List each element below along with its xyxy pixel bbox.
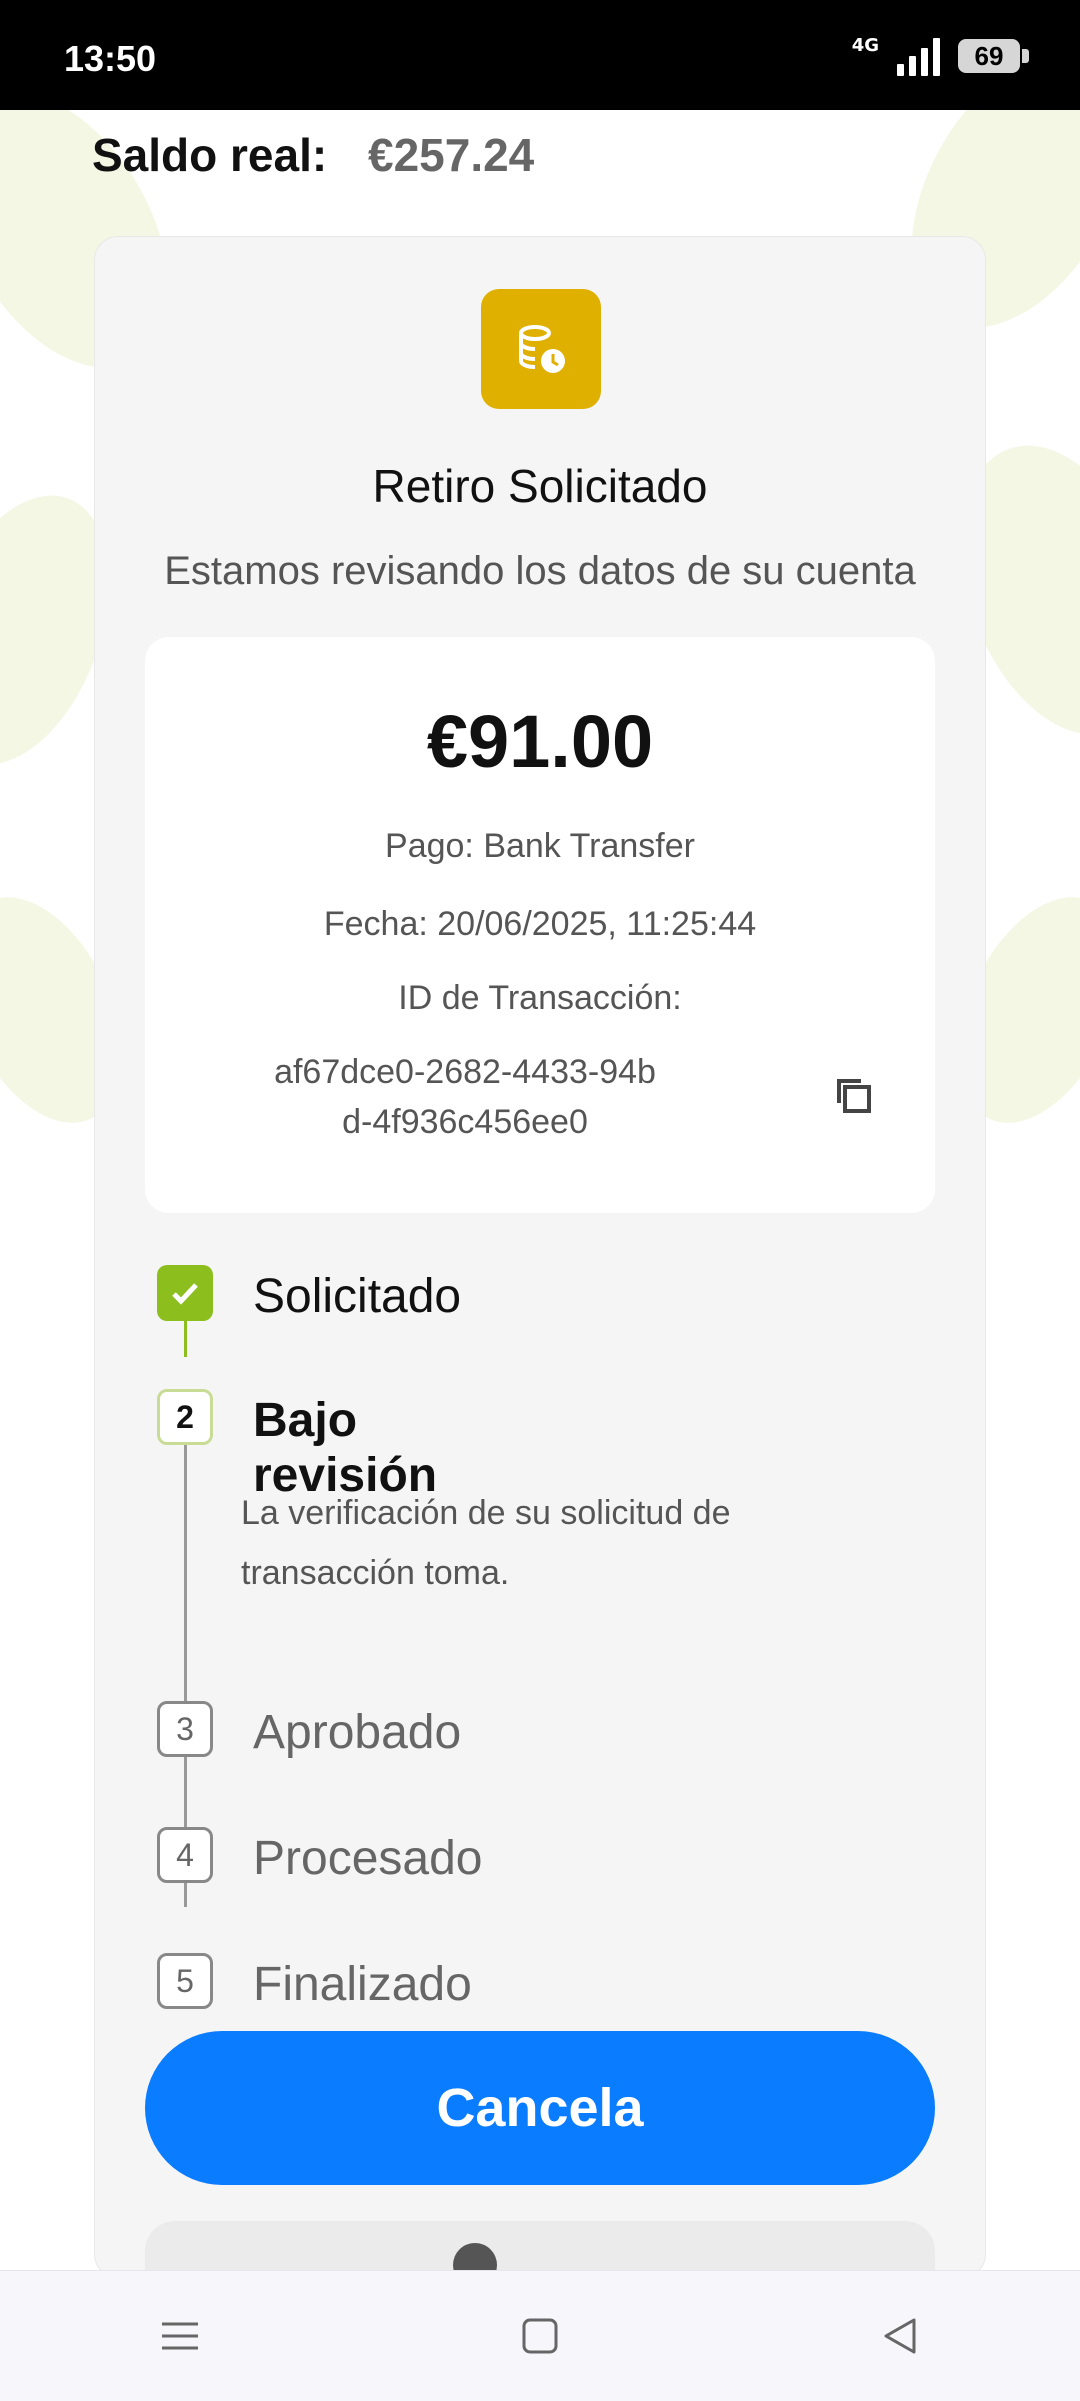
withdrawal-amount: €91.00	[426, 700, 654, 783]
back-triangle-icon[interactable]	[840, 2296, 960, 2376]
transaction-date: Fecha: 20/06/2025, 11:25:44	[323, 905, 757, 943]
transaction-id: af67dce0-2682-4433-94bd-4f936c456ee0	[274, 1053, 656, 1141]
status-bar: 13:50 4G 69	[0, 0, 1080, 110]
step-5-number: 5	[157, 1953, 213, 2009]
step-1-label: Solicitado	[253, 1270, 462, 1323]
balance-amount: €257.24	[367, 129, 535, 181]
payment-method: Pago: Bank Transfer	[385, 827, 695, 865]
transaction-id-label: ID de Transacción:	[398, 979, 682, 1017]
withdrawal-card: Retiro Solicitado Estamos revisando los …	[94, 236, 986, 2301]
step-3-label: Aprobado	[253, 1706, 462, 1759]
system-nav-bar	[0, 2270, 1080, 2401]
step-2-number: 2	[157, 1389, 213, 1445]
step-5-label: Finalizado	[253, 1958, 472, 2011]
copy-icon[interactable]	[833, 1075, 875, 1117]
menu-icon[interactable]	[120, 2296, 240, 2376]
step-1-check-icon	[157, 1265, 213, 1321]
signal-icon	[897, 36, 940, 76]
step-2-description: La verificación de su solicitud de trans…	[241, 1494, 731, 1592]
transaction-details: €91.00 Pago: Bank Transfer Fecha: 20/06/…	[145, 637, 935, 1213]
battery-level: 69	[974, 40, 1004, 71]
cancel-button[interactable]: Cancela	[145, 2031, 935, 2185]
pending-coins-icon	[481, 289, 601, 409]
withdrawal-subtitle: Estamos revisando los datos de su cuenta	[164, 549, 916, 593]
withdrawal-title: Retiro Solicitado	[372, 460, 708, 512]
status-time: 13:50	[64, 38, 157, 79]
battery-icon: 69	[958, 39, 1029, 73]
balance-row: Saldo real: €257.24	[92, 128, 534, 182]
balance-label: Saldo real:	[92, 129, 328, 181]
network-type: 4G	[851, 35, 879, 56]
status-indicators: 4G 69	[851, 35, 1029, 76]
step-4-label: Procesado	[253, 1832, 483, 1885]
step-4-number: 4	[157, 1827, 213, 1883]
step-3-number: 3	[157, 1701, 213, 1757]
home-square-icon[interactable]	[480, 2296, 600, 2376]
